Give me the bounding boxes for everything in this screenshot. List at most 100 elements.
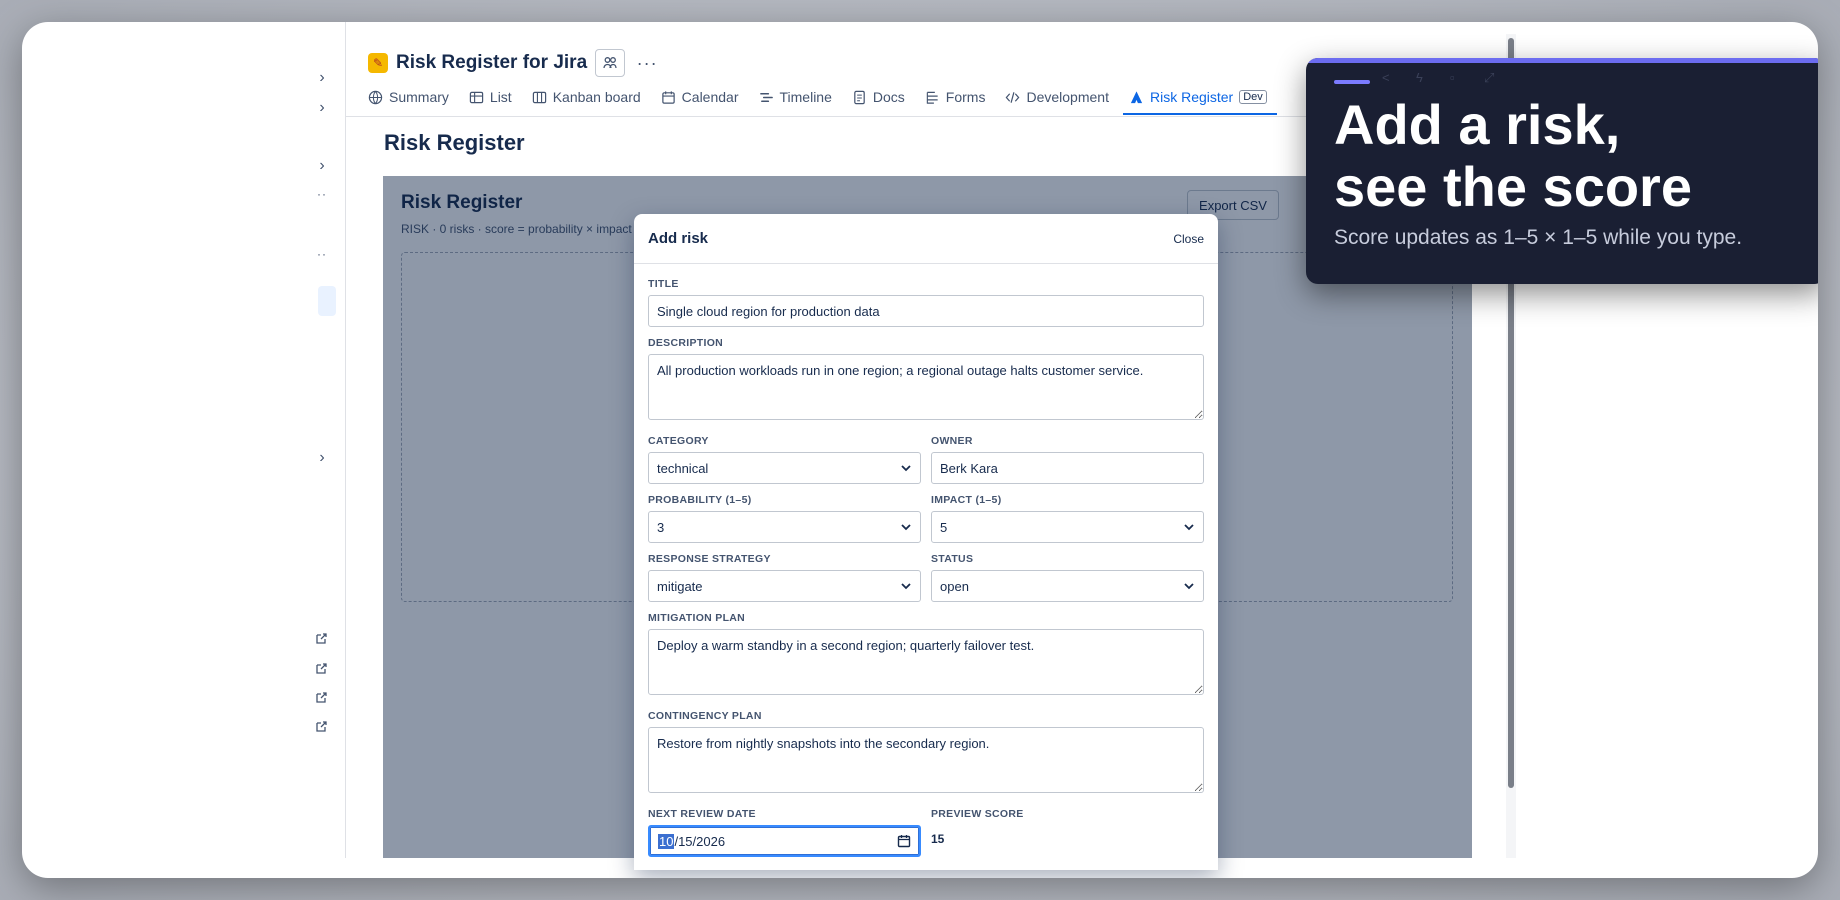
- category-select[interactable]: technical: [648, 452, 921, 484]
- tab-docs[interactable]: Docs: [842, 84, 915, 110]
- people-icon: [603, 57, 617, 69]
- owner-label: Owner: [931, 435, 973, 447]
- expand-chevron-icon[interactable]: ›: [312, 98, 332, 118]
- tab-calendar[interactable]: Calendar: [651, 84, 749, 110]
- expand-chevron-icon[interactable]: ›: [312, 448, 332, 468]
- tab-label: Risk Register: [1149, 89, 1234, 105]
- tab-label: List: [489, 89, 512, 105]
- external-link-icon[interactable]: [314, 662, 328, 676]
- chevron-down-icon: [901, 583, 911, 590]
- status-label: Status: [931, 553, 974, 565]
- external-link-icon[interactable]: [314, 632, 328, 646]
- date-rest: /15/2026: [674, 833, 726, 849]
- status-select[interactable]: open: [931, 570, 1204, 602]
- external-link-icon[interactable]: [314, 691, 328, 705]
- calendar-icon: [661, 90, 675, 104]
- mitigation-plan-textarea[interactable]: Deploy a warm standby in a second region…: [648, 629, 1204, 695]
- tab-label: Docs: [872, 89, 905, 105]
- probability-value: 3: [657, 519, 665, 535]
- tab-kanban-board[interactable]: Kanban board: [522, 84, 651, 110]
- chevron-down-icon: [901, 465, 911, 472]
- project-pencil-icon: ✎: [368, 53, 388, 73]
- project-header: ✎ Risk Register for Jira ···: [368, 48, 661, 78]
- chevron-down-icon: [901, 524, 911, 531]
- description-textarea[interactable]: All production workloads run in one regi…: [648, 354, 1204, 420]
- title-label: Title: [648, 278, 679, 290]
- tab-label: Development: [1026, 89, 1109, 105]
- chevron-down-icon: [1184, 583, 1194, 590]
- tab-timeline[interactable]: Timeline: [749, 84, 842, 110]
- app-icon: [1130, 90, 1143, 103]
- probability-select[interactable]: 3: [648, 511, 921, 543]
- more-dots-icon[interactable]: ··: [312, 184, 332, 204]
- response-strategy-label: Response strategy: [648, 553, 771, 565]
- probability-label: Probability (1–5): [648, 494, 752, 506]
- status-value: open: [940, 578, 969, 594]
- category-label: Category: [648, 435, 709, 447]
- doc-icon: [854, 90, 865, 104]
- dev-badge: Dev: [1239, 90, 1267, 104]
- contingency-plan-textarea[interactable]: Restore from nightly snapshots into the …: [648, 727, 1204, 793]
- next-review-date-label: Next review date: [648, 808, 756, 820]
- board-icon: [532, 91, 546, 103]
- form-icon: [926, 91, 938, 104]
- tab-risk-register[interactable]: Risk Register Dev: [1119, 84, 1277, 115]
- page-title: Risk Register: [384, 130, 525, 155]
- tab-summary[interactable]: Summary: [368, 84, 459, 110]
- date-month-selected: 10: [658, 833, 675, 849]
- expand-icon: ⤢: [1484, 70, 1495, 85]
- apps-icon: ▫: [1450, 70, 1455, 85]
- modal-title: Add risk: [648, 230, 709, 247]
- response-strategy-value: mitigate: [657, 578, 703, 594]
- modal-header: Add risk Close: [634, 214, 1218, 264]
- code-icon: [1006, 91, 1020, 103]
- next-review-date-input[interactable]: 10/15/2026: [648, 825, 921, 857]
- sidebar-rail: › › › ·· ·· ›: [22, 22, 346, 858]
- add-risk-modal: Add risk Close Title Single cloud region…: [634, 214, 1218, 870]
- close-button[interactable]: Close: [1173, 232, 1204, 246]
- date-value: 10/15/2026: [658, 833, 726, 849]
- more-dots-icon[interactable]: ··: [312, 244, 332, 264]
- chevron-down-icon: [1184, 524, 1194, 531]
- lightning-icon: ϟ: [1416, 70, 1423, 85]
- share-icon: <: [1382, 70, 1390, 85]
- category-value: technical: [657, 460, 709, 476]
- tab-label: Forms: [945, 89, 986, 105]
- risk-form: Title Single cloud region for production…: [634, 264, 1218, 867]
- callout-heading: Add a risk, see the score: [1334, 94, 1804, 218]
- callout-accent: [1334, 80, 1370, 84]
- description-label: Description: [648, 337, 724, 349]
- impact-select[interactable]: 5: [931, 511, 1204, 543]
- project-title: Risk Register for Jira: [396, 52, 588, 73]
- impact-value: 5: [940, 519, 948, 535]
- tab-list[interactable]: List: [459, 84, 522, 110]
- tab-label: Calendar: [681, 89, 739, 105]
- callout-progress-bar: [1306, 58, 1818, 63]
- onboarding-callout: < ϟ ▫ ⤢ Add a risk, see the score Score …: [1306, 58, 1818, 284]
- impact-label: Impact (1–5): [931, 494, 1002, 506]
- sidebar-active-item[interactable]: [318, 286, 336, 316]
- expand-chevron-icon[interactable]: ›: [312, 68, 332, 88]
- tab-forms[interactable]: Forms: [915, 84, 996, 110]
- tab-label: Timeline: [779, 89, 832, 105]
- callout-heading-line: see the score: [1334, 155, 1692, 218]
- preview-score-label: Preview score: [931, 808, 1024, 820]
- calendar-picker-icon[interactable]: [897, 834, 911, 848]
- tab-development[interactable]: Development: [995, 84, 1119, 110]
- more-actions-icon[interactable]: ···: [633, 49, 661, 77]
- app-window: › › › ·· ·· › ✎ Risk Register for Jira ·…: [22, 22, 1818, 878]
- response-strategy-select[interactable]: mitigate: [648, 570, 921, 602]
- mitigation-plan-label: Mitigation plan: [648, 612, 746, 624]
- contingency-plan-label: Contingency plan: [648, 710, 762, 722]
- timeline-icon: [759, 92, 773, 102]
- external-link-icon[interactable]: [314, 720, 328, 734]
- team-button[interactable]: [595, 49, 626, 77]
- expand-chevron-icon[interactable]: ›: [312, 156, 332, 176]
- title-input[interactable]: Single cloud region for production data: [648, 295, 1204, 327]
- owner-input[interactable]: Berk Kara: [931, 452, 1204, 484]
- list-icon: [469, 91, 484, 103]
- tab-label: Kanban board: [552, 89, 641, 105]
- callout-body: Score updates as 1–5 × 1–5 while you typ…: [1334, 226, 1743, 249]
- project-tabs: Summary List Kanban board Calendar Timel…: [368, 84, 1277, 115]
- callout-heading-line: Add a risk,: [1334, 93, 1621, 156]
